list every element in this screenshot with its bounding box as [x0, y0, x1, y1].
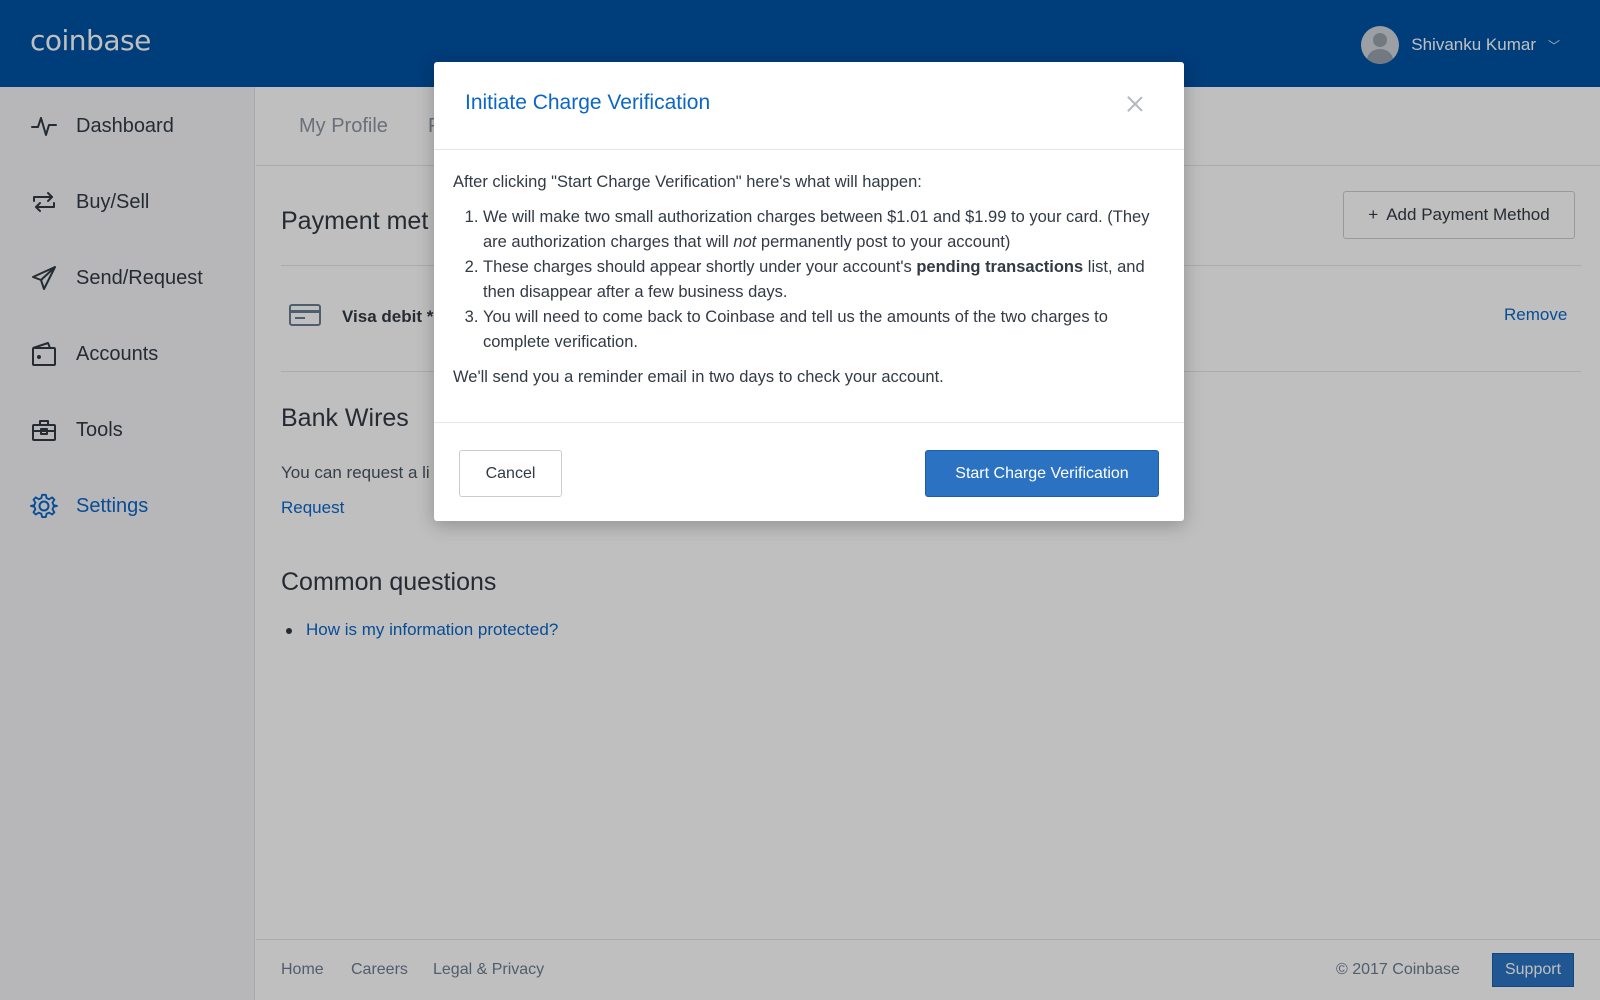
start-charge-verification-button[interactable]: Start Charge Verification	[925, 450, 1159, 497]
modal-outro: We'll send you a reminder email in two d…	[453, 368, 944, 386]
list-item: We will make two small authorization cha…	[483, 205, 1165, 255]
list-item: These charges should appear shortly unde…	[483, 255, 1165, 305]
list-item: You will need to come back to Coinbase a…	[483, 305, 1165, 355]
modal-intro: After clicking "Start Charge Verificatio…	[453, 173, 922, 191]
step-strong: pending transactions	[916, 258, 1084, 276]
step-text: These charges should appear shortly unde…	[483, 258, 917, 276]
steps-list: We will make two small authorization cha…	[483, 205, 1165, 355]
modal-body: After clicking "Start Charge Verificatio…	[453, 170, 1165, 390]
step-text: permanently post to your account)	[756, 233, 1011, 251]
close-icon[interactable]	[1120, 89, 1150, 119]
modal-header: Initiate Charge Verification	[434, 62, 1184, 150]
modal-footer: Cancel Start Charge Verification	[434, 422, 1184, 521]
modal-title: Initiate Charge Verification	[465, 91, 711, 114]
step-emphasis: not	[733, 233, 757, 251]
cancel-button[interactable]: Cancel	[459, 450, 562, 497]
charge-verification-modal: Initiate Charge Verification After click…	[434, 62, 1184, 521]
